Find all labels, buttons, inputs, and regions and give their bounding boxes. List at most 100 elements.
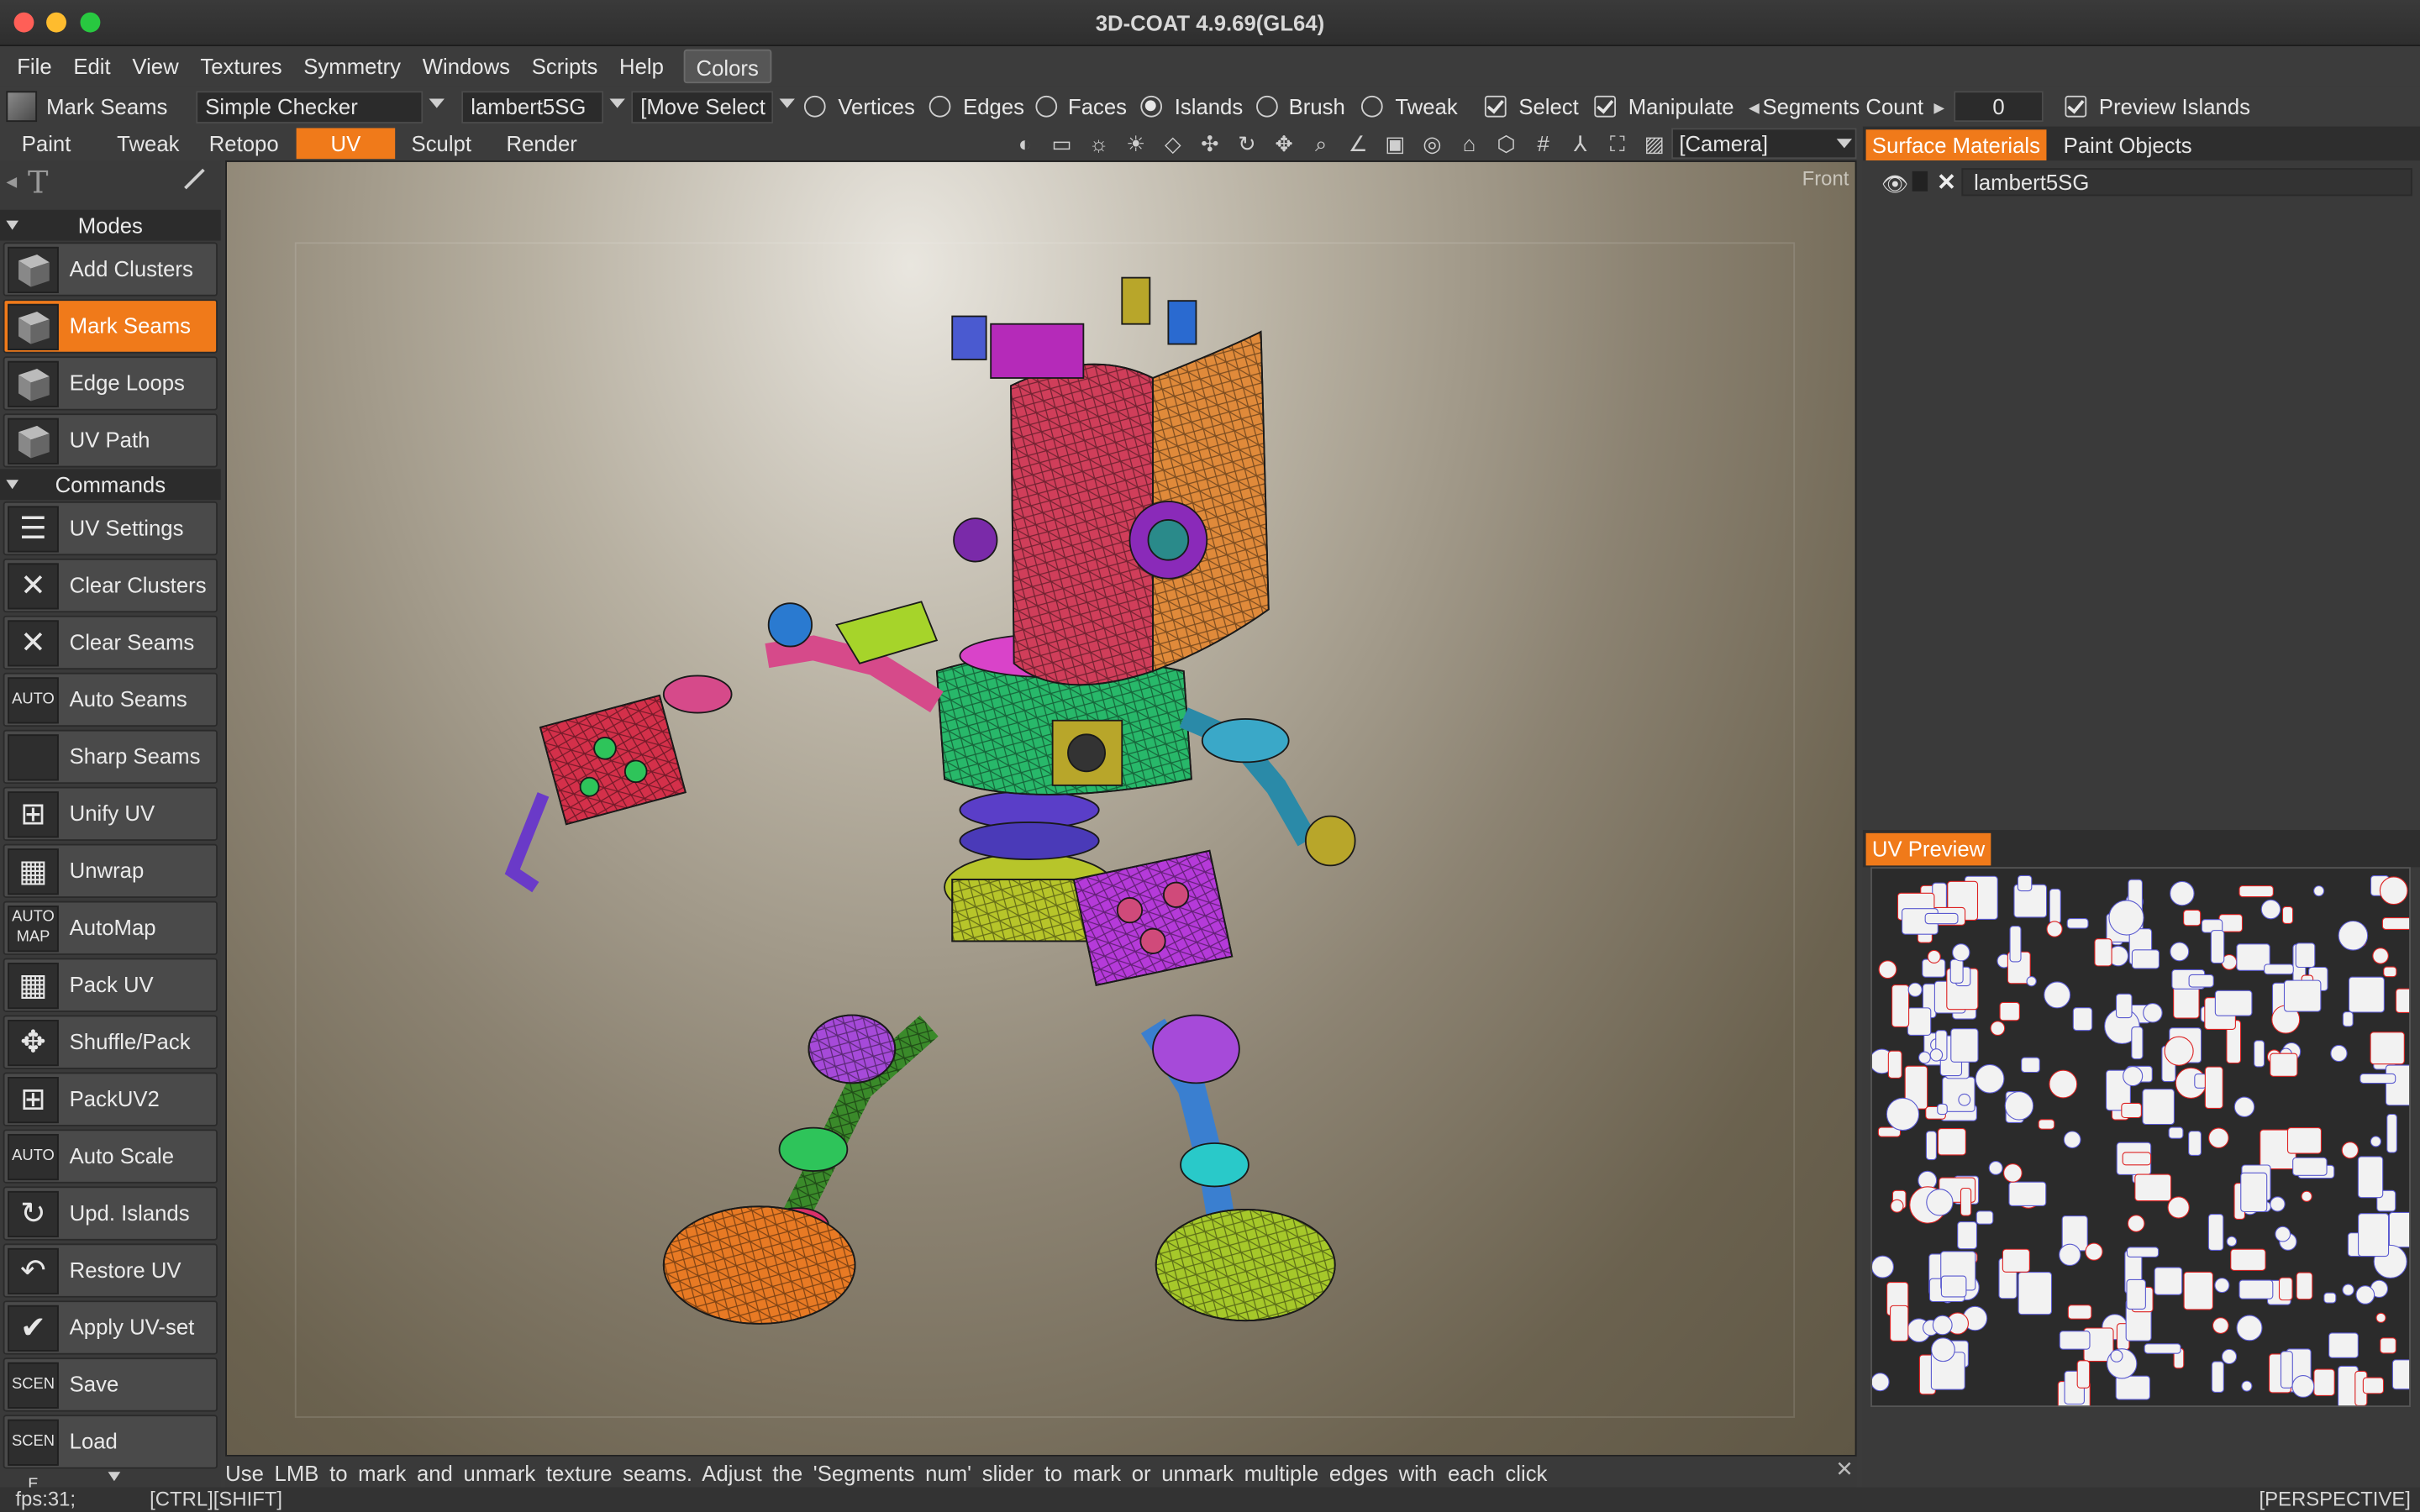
menu-symmetry[interactable]: Symmetry	[292, 50, 411, 83]
command-button[interactable]: ▦ Unwrap	[3, 843, 218, 898]
room-tab-sculpt[interactable]: Sculpt	[402, 128, 482, 159]
camera-dropdown-arrow-icon[interactable]	[1836, 139, 1853, 149]
shader-select[interactable]: Simple Checker	[196, 91, 424, 123]
drop-icon[interactable]: ◇	[1159, 129, 1186, 157]
light-icon[interactable]: ☼	[1085, 129, 1113, 157]
frame-icon[interactable]: ▭	[1048, 129, 1076, 157]
shading-icon[interactable]: ◐	[1011, 129, 1039, 157]
radio-tweak[interactable]	[1360, 95, 1383, 118]
segments-increase-icon[interactable]: ▸	[1933, 94, 1944, 120]
command-button[interactable]: ⊞ PackUV2	[3, 1072, 218, 1126]
pan-icon[interactable]: ✣	[1196, 129, 1223, 157]
room-tab-tweak[interactable]: Tweak	[105, 128, 192, 159]
panel-scroll-down-icon[interactable]	[108, 1472, 121, 1482]
move-icon[interactable]: ✥	[1270, 129, 1298, 157]
uv-island	[1937, 1103, 1948, 1116]
tab-uv-preview[interactable]: UV Preview	[1865, 832, 1991, 866]
tab-paint-objects[interactable]: Paint Objects	[2057, 129, 2198, 160]
command-button[interactable]: ✕ Clear Clusters	[3, 558, 218, 613]
menu-view[interactable]: View	[122, 50, 190, 83]
material-select[interactable]: lambert5SG	[461, 91, 604, 123]
room-tab-uv[interactable]: UV	[296, 128, 396, 160]
move-select-arrow-icon[interactable]	[779, 98, 795, 108]
command-button[interactable]: ☰ UV Settings	[3, 501, 218, 556]
cube-view-icon[interactable]: ⬡	[1492, 129, 1520, 157]
command-button[interactable]: ▦ Pack UV	[3, 958, 218, 1012]
home-icon[interactable]: ⌂	[1455, 129, 1483, 157]
3d-viewport[interactable]: Front	[225, 160, 1857, 1457]
menu-scripts[interactable]: Scripts	[521, 50, 608, 83]
move-select-combo[interactable]: [Move Select	[631, 91, 774, 123]
uv-island	[2380, 1337, 2396, 1354]
material-name[interactable]: lambert5SG	[1961, 168, 2412, 197]
shader-dropdown-arrow-icon[interactable]	[429, 98, 445, 108]
command-button[interactable]: ✔ Apply UV-set	[3, 1300, 218, 1355]
commands-section-header[interactable]: Commands	[0, 469, 221, 501]
command-button[interactable]: SCENE Save	[3, 1357, 218, 1436]
projection-mode[interactable]: [PERSPECTIVE]	[2259, 1488, 2410, 1511]
zoom-icon[interactable]: ⌕	[1307, 129, 1335, 157]
command-button[interactable]: AUTO Auto Seams	[3, 672, 218, 727]
lock-icon[interactable]	[1912, 171, 1928, 192]
light-settings-icon[interactable]: ☀	[1122, 129, 1150, 157]
uv-preview-canvas[interactable]	[1870, 867, 2411, 1408]
room-tab-retopo[interactable]: Retopo	[201, 128, 287, 159]
mode-uv-path-button[interactable]: UV Path	[3, 413, 218, 468]
uv-island	[2221, 1348, 2238, 1365]
command-button[interactable]: ↻ Upd. Islands	[3, 1186, 218, 1241]
command-button[interactable]: ✥ Shuffle/Pack	[3, 1015, 218, 1069]
text-tool-icon[interactable]: T	[28, 164, 49, 201]
segments-decrease-icon[interactable]: ◂	[1749, 94, 1760, 120]
rotate-icon[interactable]: ↻	[1234, 129, 1261, 157]
uv-island	[2362, 1377, 2385, 1394]
robot-model[interactable]	[227, 162, 1857, 1457]
modes-section-header[interactable]: Modes	[0, 209, 221, 241]
radio-brush-label: Brush	[1288, 94, 1345, 119]
preview-islands-checkbox[interactable]	[2065, 95, 2087, 118]
mode-add-clusters-button[interactable]: Add Clusters	[3, 242, 218, 297]
select-checkbox[interactable]	[1484, 95, 1507, 118]
material-row[interactable]: 👁 ✕ lambert5SG	[1872, 168, 2412, 197]
command-button[interactable]: ↶ Restore UV	[3, 1243, 218, 1298]
menu-textures[interactable]: Textures	[190, 50, 293, 83]
command-label: Auto Seams	[69, 686, 187, 711]
image-icon[interactable]: ▨	[1640, 129, 1668, 157]
mode-mark-seams-button[interactable]: Mark Seams	[3, 299, 218, 354]
material-dropdown-arrow-icon[interactable]	[609, 98, 625, 108]
perspective-icon[interactable]: ∠	[1344, 129, 1372, 157]
radio-vertices[interactable]	[803, 95, 826, 118]
radio-brush[interactable]	[1256, 95, 1278, 118]
command-button[interactable]: SCENE Load	[3, 1415, 218, 1494]
tab-surface-materials[interactable]: Surface Materials	[1865, 129, 2047, 161]
command-button[interactable]: Sharp Seams	[3, 729, 218, 785]
menu-windows[interactable]: Windows	[412, 50, 521, 83]
segments-count-input[interactable]: 0	[1954, 91, 2044, 123]
hint-close-icon[interactable]: ✕	[1835, 1457, 1854, 1483]
menu-edit[interactable]: Edit	[63, 50, 122, 83]
room-tab-paint[interactable]: Paint	[6, 128, 87, 159]
axes-icon[interactable]: ⅄	[1566, 129, 1594, 157]
uv-island	[2230, 1248, 2266, 1271]
target-icon[interactable]: ◎	[1418, 129, 1446, 157]
fit-icon[interactable]: ⛶	[1603, 129, 1631, 157]
command-button[interactable]: AUTO Auto Scale	[3, 1129, 218, 1184]
room-tab-render[interactable]: Render	[494, 128, 590, 159]
camera-select[interactable]: [Camera]	[1671, 128, 1857, 160]
radio-islands[interactable]	[1140, 95, 1163, 118]
radio-faces[interactable]	[1035, 95, 1058, 118]
delete-material-icon[interactable]: ✕	[1937, 168, 1956, 196]
brush-icon[interactable]	[182, 166, 207, 191]
manipulate-checkbox[interactable]	[1594, 95, 1617, 118]
screen-icon[interactable]: ▣	[1381, 129, 1409, 157]
grid-icon[interactable]: #	[1529, 129, 1557, 157]
mode-edge-loops-button[interactable]: Edge Loops	[3, 356, 218, 411]
panel-collapse-icon[interactable]: ◂	[6, 168, 17, 194]
menu-file[interactable]: File	[6, 50, 62, 83]
visibility-eye-icon[interactable]: 👁	[1881, 171, 1909, 197]
menu-help[interactable]: Help	[608, 50, 675, 83]
menu-colors[interactable]: Colors	[683, 49, 771, 84]
radio-edges[interactable]	[929, 95, 951, 118]
command-button[interactable]: ⊞ Unify UV	[3, 786, 218, 842]
command-button[interactable]: AUTO MAP AutoMap	[3, 900, 218, 955]
command-button[interactable]: ✕ Clear Seams	[3, 615, 218, 670]
